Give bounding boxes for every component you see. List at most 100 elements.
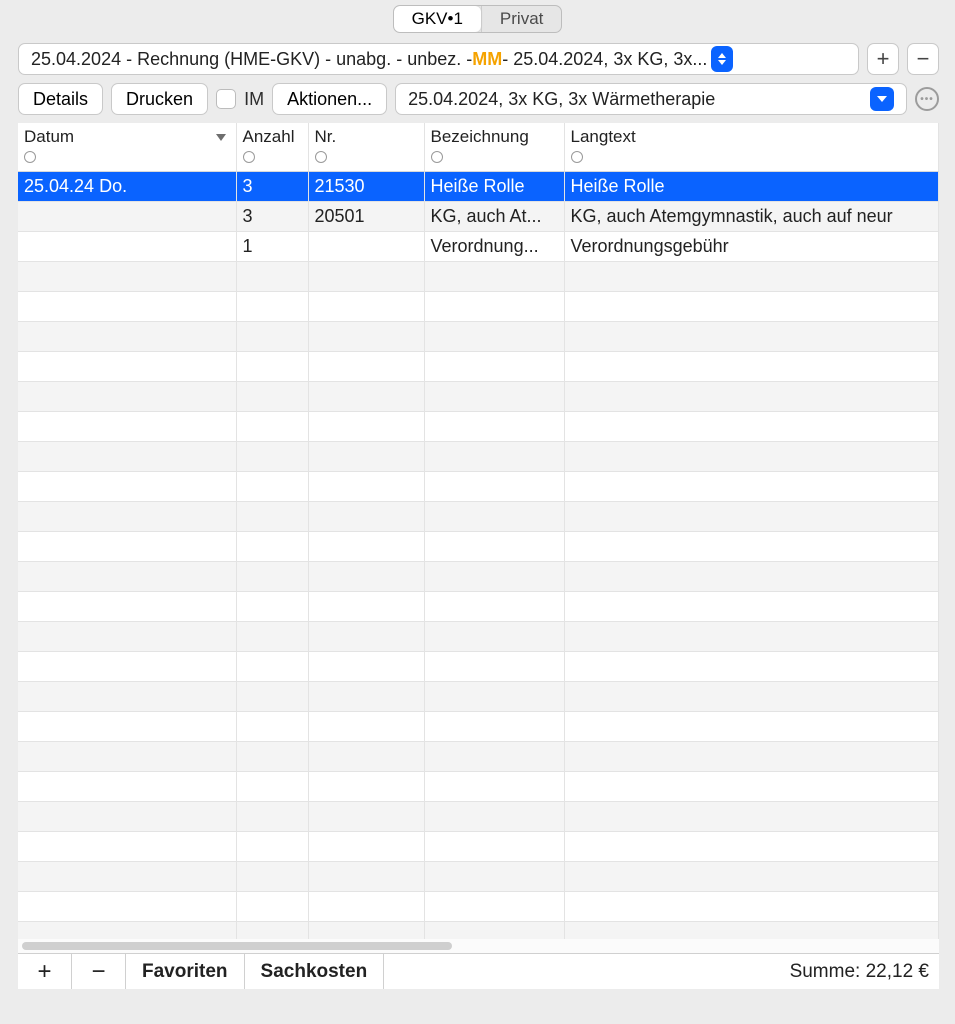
- cell-empty[interactable]: [424, 321, 564, 351]
- cell-empty[interactable]: [424, 411, 564, 441]
- cell-empty[interactable]: [308, 681, 424, 711]
- cell-empty[interactable]: [424, 531, 564, 561]
- column-header-nr[interactable]: Nr.: [308, 123, 424, 171]
- table-row-empty[interactable]: [18, 591, 939, 621]
- cell-empty[interactable]: [236, 891, 308, 921]
- invoice-selector-stepper[interactable]: [711, 46, 733, 72]
- cell-empty[interactable]: [308, 441, 424, 471]
- column-header-langtext[interactable]: Langtext: [564, 123, 939, 171]
- cell-empty[interactable]: [236, 321, 308, 351]
- cell-empty[interactable]: [564, 441, 939, 471]
- cell-bezeichnung[interactable]: KG, auch At...: [424, 201, 564, 231]
- cell-empty[interactable]: [308, 711, 424, 741]
- table-row-empty[interactable]: [18, 261, 939, 291]
- column-header-bezeichnung[interactable]: Bezeichnung: [424, 123, 564, 171]
- cell-empty[interactable]: [564, 291, 939, 321]
- cell-empty[interactable]: [424, 801, 564, 831]
- cell-empty[interactable]: [424, 291, 564, 321]
- table-row-empty[interactable]: [18, 801, 939, 831]
- cell-anzahl[interactable]: 1: [236, 231, 308, 261]
- cell-empty[interactable]: [18, 471, 236, 501]
- cell-empty[interactable]: [18, 681, 236, 711]
- cell-empty[interactable]: [236, 771, 308, 801]
- table-row-empty[interactable]: [18, 651, 939, 681]
- sachkosten-button[interactable]: Sachkosten: [245, 954, 385, 989]
- cell-empty[interactable]: [18, 351, 236, 381]
- cell-empty[interactable]: [564, 501, 939, 531]
- cell-empty[interactable]: [18, 411, 236, 441]
- cell-empty[interactable]: [308, 471, 424, 501]
- cell-empty[interactable]: [18, 321, 236, 351]
- cell-empty[interactable]: [308, 861, 424, 891]
- column-filter-datum[interactable]: [24, 151, 36, 163]
- cell-datum[interactable]: [18, 201, 236, 231]
- cell-datum[interactable]: 25.04.24 Do.: [18, 171, 236, 201]
- cell-empty[interactable]: [236, 801, 308, 831]
- cell-empty[interactable]: [236, 381, 308, 411]
- cell-empty[interactable]: [424, 261, 564, 291]
- cell-empty[interactable]: [236, 261, 308, 291]
- cell-empty[interactable]: [564, 561, 939, 591]
- cell-langtext[interactable]: Heiße Rolle: [564, 171, 939, 201]
- cell-empty[interactable]: [18, 591, 236, 621]
- cell-empty[interactable]: [564, 591, 939, 621]
- cell-empty[interactable]: [308, 411, 424, 441]
- table-row-empty[interactable]: [18, 621, 939, 651]
- remove-row-button[interactable]: −: [72, 954, 126, 989]
- table-row[interactable]: 320501KG, auch At...KG, auch Atemgymnast…: [18, 201, 939, 231]
- cell-anzahl[interactable]: 3: [236, 171, 308, 201]
- tab-privat[interactable]: Privat: [481, 6, 561, 32]
- cell-bezeichnung[interactable]: Verordnung...: [424, 231, 564, 261]
- cell-nr[interactable]: 20501: [308, 201, 424, 231]
- cell-empty[interactable]: [236, 501, 308, 531]
- cell-empty[interactable]: [308, 561, 424, 591]
- table-row-empty[interactable]: [18, 891, 939, 921]
- cell-empty[interactable]: [424, 471, 564, 501]
- cell-empty[interactable]: [236, 831, 308, 861]
- favoriten-button[interactable]: Favoriten: [126, 954, 245, 989]
- actions-button[interactable]: Aktionen...: [272, 83, 387, 115]
- cell-empty[interactable]: [18, 291, 236, 321]
- cell-langtext[interactable]: KG, auch Atemgymnastik, auch auf neur: [564, 201, 939, 231]
- cell-empty[interactable]: [424, 771, 564, 801]
- cell-bezeichnung[interactable]: Heiße Rolle: [424, 171, 564, 201]
- more-options-button[interactable]: •••: [915, 87, 939, 111]
- table-row-empty[interactable]: [18, 501, 939, 531]
- cell-empty[interactable]: [564, 471, 939, 501]
- table-row-empty[interactable]: [18, 771, 939, 801]
- table-row-empty[interactable]: [18, 411, 939, 441]
- column-filter-nr[interactable]: [315, 151, 327, 163]
- cell-empty[interactable]: [236, 531, 308, 561]
- cell-empty[interactable]: [236, 741, 308, 771]
- cell-empty[interactable]: [308, 501, 424, 531]
- horizontal-scrollbar[interactable]: [18, 939, 939, 953]
- cell-empty[interactable]: [564, 861, 939, 891]
- table-row-empty[interactable]: [18, 531, 939, 561]
- im-checkbox[interactable]: [216, 89, 236, 109]
- cell-empty[interactable]: [564, 711, 939, 741]
- invoice-selector[interactable]: 25.04.2024 - Rechnung (HME-GKV) - unabg.…: [18, 43, 859, 75]
- cell-empty[interactable]: [308, 531, 424, 561]
- cell-empty[interactable]: [18, 801, 236, 831]
- cell-empty[interactable]: [18, 441, 236, 471]
- cell-empty[interactable]: [564, 741, 939, 771]
- cell-datum[interactable]: [18, 231, 236, 261]
- cell-empty[interactable]: [308, 621, 424, 651]
- table-row[interactable]: 25.04.24 Do.321530Heiße RolleHeiße Rolle: [18, 171, 939, 201]
- cell-empty[interactable]: [18, 741, 236, 771]
- table-row-empty[interactable]: [18, 831, 939, 861]
- table-row-empty[interactable]: [18, 351, 939, 381]
- cell-empty[interactable]: [18, 561, 236, 591]
- cell-empty[interactable]: [308, 741, 424, 771]
- cell-empty[interactable]: [308, 291, 424, 321]
- cell-anzahl[interactable]: 3: [236, 201, 308, 231]
- cell-empty[interactable]: [18, 261, 236, 291]
- table-row[interactable]: 1 Verordnung...Verordnungsgebühr: [18, 231, 939, 261]
- table-row-empty[interactable]: [18, 741, 939, 771]
- cell-empty[interactable]: [424, 591, 564, 621]
- table-row-empty[interactable]: [18, 711, 939, 741]
- cell-langtext[interactable]: Verordnungsgebühr: [564, 231, 939, 261]
- cell-empty[interactable]: [424, 651, 564, 681]
- table-row-empty[interactable]: [18, 321, 939, 351]
- cell-empty[interactable]: [18, 831, 236, 861]
